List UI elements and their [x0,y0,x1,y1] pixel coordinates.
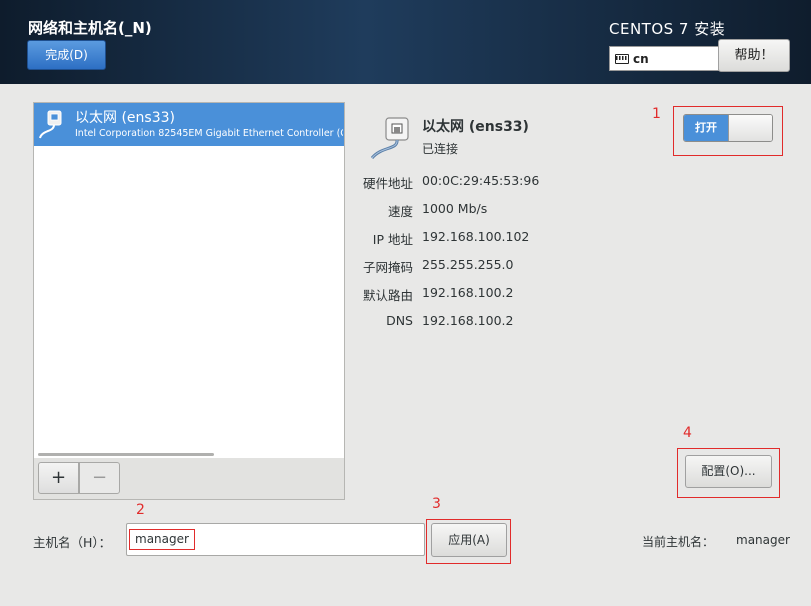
annotation-number-1: 1 [652,106,661,122]
horizontal-scrollbar[interactable] [38,453,214,456]
detail-device-name: 以太网 (ens33) [422,119,529,135]
prop-value: 192.168.100.2 [422,313,514,328]
prop-value: 192.168.100.102 [422,229,530,244]
add-device-button[interactable]: + [38,462,79,494]
prop-value: 255.255.255.0 [422,257,514,272]
hostname-value: manager [129,529,195,550]
prop-label: IP 地址 [372,232,413,247]
device-name: 以太网 (ens33) [75,110,175,126]
annotation-number-2: 2 [136,502,145,518]
prop-row-default-route: 默认路由 192.168.100.2 [355,285,655,303]
keyboard-layout-indicator[interactable]: cn [609,46,719,71]
page-title: 网络和主机名(_N) [28,19,152,37]
annotation-number-4: 4 [683,425,692,441]
prop-label: DNS [386,313,413,328]
annotation-box-4 [677,448,780,498]
device-description: Intel Corporation 82545EM Gigabit Ethern… [75,128,343,139]
prop-row-dns: DNS 192.168.100.2 [355,313,655,331]
current-hostname-value: manager [736,533,790,547]
prop-row-ip-address: IP 地址 192.168.100.102 [355,229,655,247]
annotation-box-3 [426,519,511,564]
done-button[interactable]: 完成(D) [27,40,106,70]
remove-device-button[interactable]: − [79,462,120,494]
device-list-item[interactable]: 以太网 (ens33) Intel Corporation 82545EM Gi… [34,103,344,146]
hostname-input[interactable]: manager [126,523,425,556]
help-button[interactable]: 帮助！ [718,39,790,72]
ethernet-icon [38,108,70,146]
prop-value: 00:0C:29:45:53:96 [422,173,540,188]
prop-label: 子网掩码 [362,260,413,275]
prop-row-subnet-mask: 子网掩码 255.255.255.0 [355,257,655,275]
prop-row-speed: 速度 1000 Mb/s [355,201,655,219]
keyboard-icon [615,53,629,64]
annotation-box-1 [673,106,783,156]
device-list[interactable]: 以太网 (ens33) Intel Corporation 82545EM Gi… [33,102,345,459]
prop-label: 硬件地址 [362,176,413,191]
current-hostname-label: 当前主机名： [642,535,715,549]
connection-status: 已连接 [422,142,459,156]
ethernet-icon [368,116,418,166]
keyboard-layout-label: cn [633,51,649,66]
prop-label: 速度 [387,204,413,219]
prop-row-hardware-address: 硬件地址 00:0C:29:45:53:96 [355,173,655,191]
header-bar: 网络和主机名(_N) 完成(D) CENTOS 7 安装 cn 帮助！ [0,0,811,84]
prop-value: 1000 Mb/s [422,201,488,216]
device-list-toolbar: + − [33,458,345,500]
hostname-label: 主机名（H）： [33,535,112,550]
prop-label: 默认路由 [362,288,413,303]
annotation-number-3: 3 [432,496,441,512]
prop-value: 192.168.100.2 [422,285,514,300]
install-title: CENTOS 7 安装 [609,20,726,38]
